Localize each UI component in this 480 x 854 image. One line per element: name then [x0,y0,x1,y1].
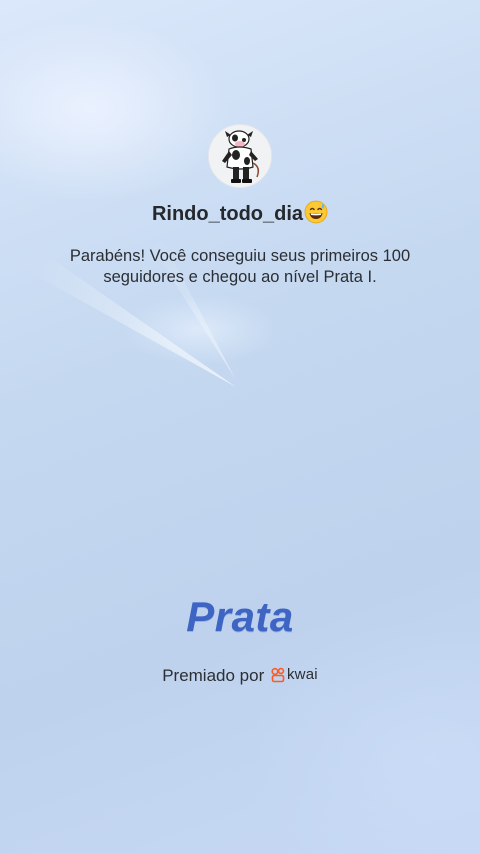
username: Rindo_todo_dia [151,203,304,225]
awarded-by-row: Premiado por kwai [0,662,480,688]
brand-name: kwai [286,666,318,683]
avatar[interactable] [208,124,272,188]
level-title: Prata [186,593,294,640]
congratulations-message: Parabéns! Você conseguiu seus primeiros … [69,247,411,286]
kwai-brand: kwai [271,662,318,688]
cow-figure-icon [209,125,271,187]
awarded-by-label: Premiado por [162,666,265,685]
kwai-logo-icon [271,667,285,683]
username-row: Rindo_todo_dia [0,200,480,228]
grinning-sweat-emoji-icon [304,200,328,232]
